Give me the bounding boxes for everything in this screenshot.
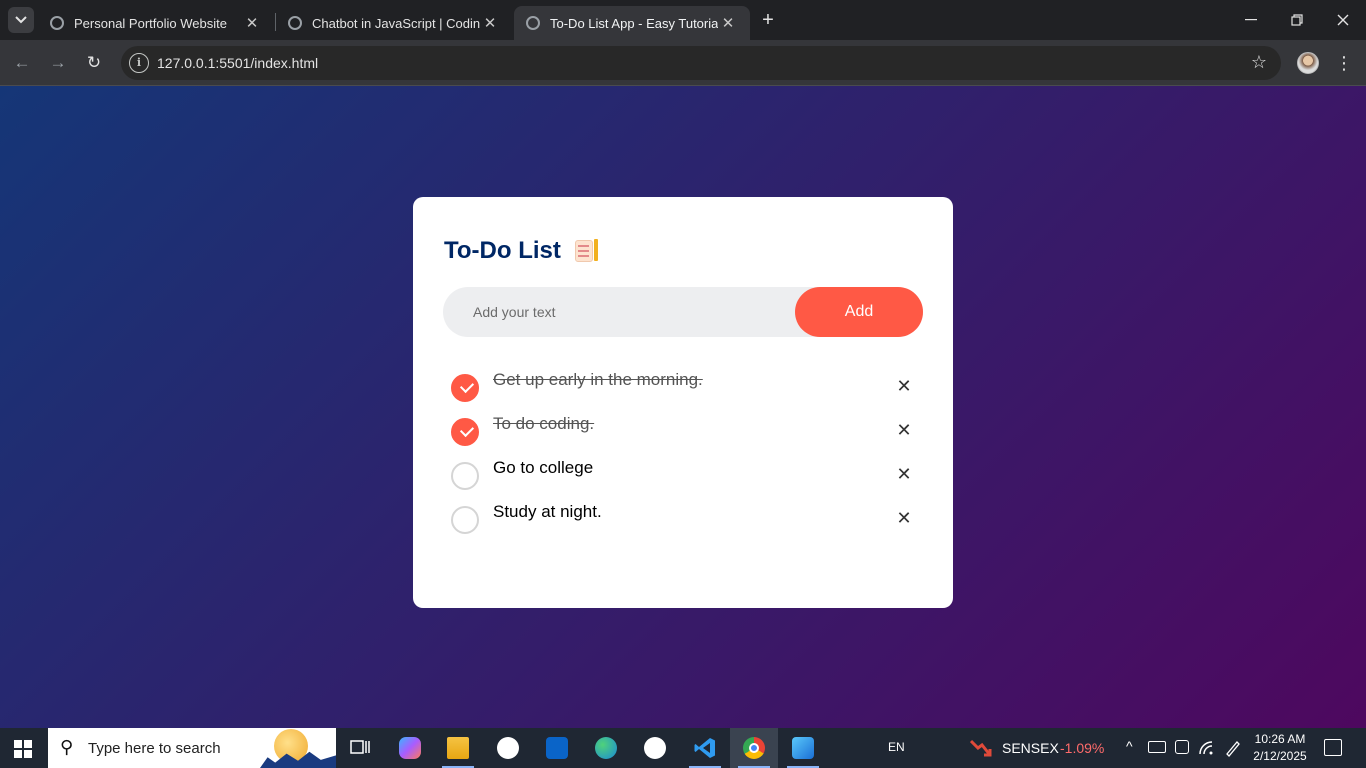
tab-chatbot[interactable]: Chatbot in JavaScript | CodingN ✕: [276, 6, 512, 40]
window-close-icon[interactable]: [1320, 0, 1366, 40]
browser-tab-strip: Personal Portfolio Website ✕ Chatbot in …: [0, 0, 1366, 40]
pen-icon[interactable]: [1224, 739, 1242, 757]
task-input[interactable]: [443, 287, 795, 337]
tab-title: Personal Portfolio Website: [74, 15, 227, 31]
back-icon[interactable]: ←: [10, 51, 34, 75]
outlook-icon[interactable]: [533, 728, 581, 768]
stock-chart-icon: [969, 738, 992, 758]
tab-search-icon[interactable]: [8, 7, 34, 33]
close-icon[interactable]: ✕: [893, 507, 915, 529]
checked-icon[interactable]: [451, 374, 479, 402]
list-item[interactable]: Study at night. ✕: [449, 497, 919, 541]
list-item[interactable]: Get up early in the morning. ✕: [449, 365, 919, 409]
file-explorer-icon[interactable]: [434, 728, 482, 768]
search-highlight-image: [260, 728, 336, 768]
profile-avatar[interactable]: [1297, 52, 1319, 74]
checked-icon[interactable]: [451, 418, 479, 446]
windows-start-icon[interactable]: [14, 740, 32, 758]
task-view-icon[interactable]: [336, 728, 384, 768]
address-bar[interactable]: i 127.0.0.1:5501/index.html ☆: [121, 46, 1281, 80]
tab-title: To-Do List App - Easy Tutorials: [550, 15, 718, 31]
list-item[interactable]: To do coding. ✕: [449, 409, 919, 453]
edge-icon[interactable]: [582, 728, 630, 768]
close-icon[interactable]: ✕: [480, 14, 500, 32]
search-placeholder: Type here to search: [88, 740, 221, 757]
language-indicator[interactable]: EN: [888, 740, 905, 754]
globe-icon: [50, 16, 64, 30]
system-clock[interactable]: 10:26 AM 2/12/2025: [1250, 731, 1310, 765]
clock-time: 10:26 AM: [1254, 732, 1306, 746]
site-info-icon[interactable]: i: [129, 53, 149, 73]
close-icon[interactable]: ✕: [893, 375, 915, 397]
chrome-icon[interactable]: [730, 728, 778, 768]
restore-icon[interactable]: [1274, 0, 1320, 40]
copilot-icon[interactable]: [386, 728, 434, 768]
search-icon: ⚲: [60, 737, 74, 757]
todo-card: To-Do List Add Get up early in the morni…: [413, 197, 953, 608]
globe-icon: [526, 16, 540, 30]
task-list: Get up early in the morning. ✕ To do cod…: [449, 365, 919, 541]
close-icon[interactable]: ✕: [893, 419, 915, 441]
list-item[interactable]: Go to college ✕: [449, 453, 919, 497]
task-text[interactable]: Go to college: [493, 458, 593, 478]
tab-todo-active[interactable]: To-Do List App - Easy Tutorials ✕: [514, 6, 750, 40]
app-icon[interactable]: [484, 728, 532, 768]
add-button[interactable]: Add: [795, 287, 923, 337]
todo-title-text: To-Do List: [444, 237, 561, 264]
globe-icon: [288, 16, 302, 30]
todo-title: To-Do List: [444, 237, 599, 265]
notepad-icon: [573, 238, 599, 264]
task-text[interactable]: To do coding.: [493, 414, 594, 434]
stock-name[interactable]: SENSEX: [1002, 740, 1059, 756]
wifi-icon[interactable]: [1198, 740, 1214, 756]
tab-title: Chatbot in JavaScript | CodingN: [312, 15, 480, 31]
star-icon[interactable]: ☆: [1251, 52, 1267, 73]
vscode-icon[interactable]: [681, 728, 729, 768]
task-text[interactable]: Get up early in the morning.: [493, 370, 703, 390]
add-task-row: Add: [443, 287, 923, 337]
minimize-icon[interactable]: [1228, 0, 1274, 40]
url-text[interactable]: 127.0.0.1:5501/index.html: [157, 55, 318, 71]
stock-change[interactable]: -1.09%: [1060, 740, 1104, 756]
unchecked-icon[interactable]: [451, 506, 479, 534]
unchecked-icon[interactable]: [451, 462, 479, 490]
close-icon[interactable]: ✕: [242, 14, 262, 32]
plus-icon[interactable]: +: [758, 9, 778, 31]
more-icon[interactable]: ⋮: [1334, 52, 1354, 74]
close-icon[interactable]: ✕: [718, 14, 738, 32]
tab-portfolio[interactable]: Personal Portfolio Website ✕: [38, 6, 274, 40]
github-icon[interactable]: [631, 728, 679, 768]
photos-icon[interactable]: [779, 728, 827, 768]
reload-icon[interactable]: ↻: [82, 51, 106, 75]
windows-taskbar: ⚲ Type here to search EN SENSEX -1.09% ^…: [0, 728, 1366, 768]
forward-icon[interactable]: →: [46, 51, 70, 75]
meet-now-icon[interactable]: [1175, 740, 1189, 754]
taskbar-search[interactable]: ⚲ Type here to search: [48, 728, 336, 768]
page-viewport: To-Do List Add Get up early in the morni…: [0, 86, 1366, 728]
clock-date: 2/12/2025: [1253, 749, 1307, 763]
browser-toolbar: ← → ↻ i 127.0.0.1:5501/index.html ☆: [0, 40, 1366, 86]
notifications-icon[interactable]: [1324, 739, 1342, 756]
battery-icon[interactable]: [1148, 741, 1166, 753]
close-icon[interactable]: ✕: [893, 463, 915, 485]
chevron-up-icon[interactable]: ^: [1126, 738, 1133, 754]
task-text[interactable]: Study at night.: [493, 502, 602, 522]
